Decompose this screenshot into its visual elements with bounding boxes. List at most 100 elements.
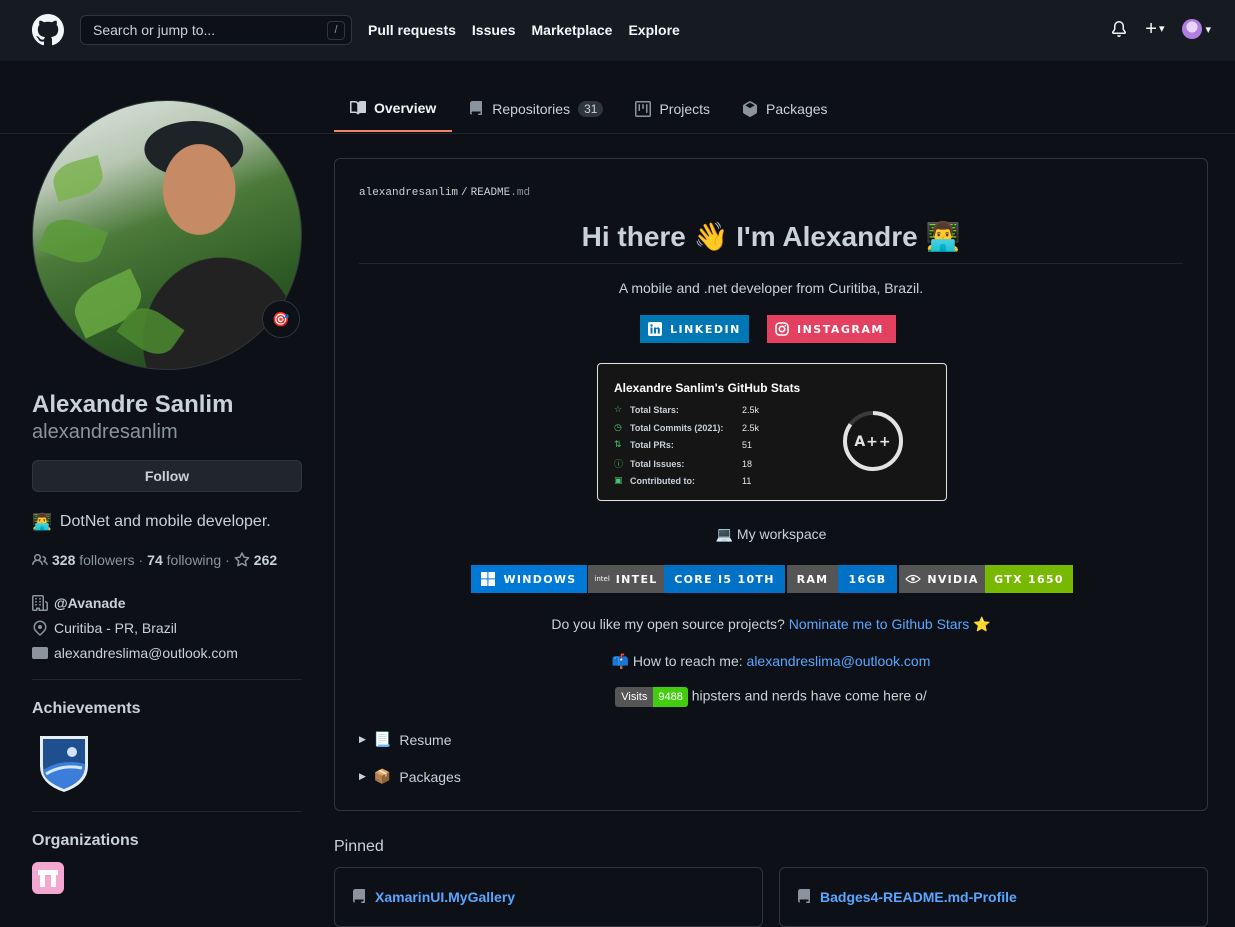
- visits-count: 9488: [653, 687, 688, 707]
- stats-label: Contributed to:: [630, 475, 695, 486]
- avatar: [1182, 19, 1203, 39]
- gpu-badge: GTX 1650: [985, 565, 1073, 593]
- issue-icon: ⓘ: [614, 459, 624, 469]
- workspace-line: 💻 My workspace: [359, 526, 1183, 543]
- path-separator: /: [461, 187, 468, 199]
- nominate-link[interactable]: Nominate me to Github Stars: [789, 616, 970, 632]
- readme-path: alexandresanlim / README.md: [359, 187, 530, 199]
- nav-pull-requests[interactable]: Pull requests: [368, 22, 456, 38]
- stats-row: ☆ Total Stars: 2.5k: [614, 404, 759, 415]
- following-count: 74: [147, 552, 163, 568]
- packages-details[interactable]: ▶ 📦 Packages: [359, 768, 461, 785]
- top-nav: Pull requests Issues Marketplace Explore: [368, 22, 680, 38]
- repo-icon: ▣: [614, 475, 623, 485]
- search-input[interactable]: [93, 22, 313, 38]
- linkedin-badge[interactable]: LINKEDIN: [640, 315, 749, 343]
- history-icon: ◷: [614, 422, 622, 432]
- search-box[interactable]: /: [80, 15, 352, 45]
- nav-explore[interactable]: Explore: [628, 22, 679, 38]
- pinned-repo-link[interactable]: Badges4-README.md-Profile: [820, 889, 1017, 905]
- stars-link[interactable]: 262: [254, 552, 277, 568]
- organization-avatar[interactable]: [32, 862, 64, 894]
- star-icon: [234, 552, 250, 567]
- package-icon: [743, 101, 758, 117]
- location-pin-icon: [33, 619, 47, 636]
- email-link[interactable]: alexandreslima@outlook.com: [54, 645, 238, 661]
- laptop-emoji: 💻: [715, 526, 734, 542]
- grade-ring: A++: [843, 411, 903, 471]
- intel-badge: intel INTEL: [588, 565, 664, 593]
- ram-badge: RAM: [787, 565, 838, 593]
- star-emoji: ⭐: [973, 616, 991, 632]
- pinned-heading: Pinned: [334, 838, 384, 855]
- company-link[interactable]: @Avanade: [54, 595, 126, 611]
- nav-marketplace[interactable]: Marketplace: [532, 22, 613, 38]
- oss-text: Do you like my open source projects?: [551, 616, 785, 632]
- readme-path-user[interactable]: alexandresanlim: [359, 187, 458, 199]
- visits-label: Visits: [615, 687, 654, 707]
- divider: [32, 811, 302, 812]
- search-shortcut-key: /: [327, 21, 345, 40]
- windows-icon: [481, 572, 496, 586]
- email-row: alexandreslima@outlook.com: [32, 640, 302, 665]
- followers-link[interactable]: 328 followers: [52, 552, 135, 568]
- book-icon: [350, 100, 366, 115]
- pinned-repo-card: Badges4-README.md-Profile: [779, 867, 1208, 927]
- tab-packages[interactable]: Packages: [726, 86, 843, 132]
- status-emoji[interactable]: 🎯: [262, 300, 300, 338]
- location-text: Curitiba - PR, Brazil: [54, 619, 177, 636]
- reach-text: How to reach me:: [632, 653, 743, 669]
- github-logo-icon[interactable]: [32, 14, 64, 46]
- tab-projects[interactable]: Projects: [619, 86, 726, 132]
- repo-icon: [353, 889, 365, 903]
- followers-label: followers: [79, 552, 135, 568]
- follow-button[interactable]: Follow: [32, 460, 302, 492]
- readme-path-file: README: [470, 187, 511, 199]
- page-emoji: 📃: [373, 731, 392, 747]
- following-link[interactable]: 74 following: [147, 552, 221, 568]
- company-row: @Avanade: [32, 590, 302, 615]
- reach-email-link[interactable]: alexandreslima@outlook.com: [747, 653, 931, 669]
- nvidia-label: NVIDIA: [927, 572, 979, 586]
- technologist-emoji: 👨‍💻: [32, 514, 52, 531]
- intel-label: INTEL: [615, 572, 658, 586]
- stats-row: ⓘ Total Issues: 18: [614, 457, 752, 470]
- readme-heading: Hi there 👋 I'm Alexandre 👨‍💻: [359, 217, 1183, 264]
- following-label: following: [166, 552, 222, 568]
- star-icon: ☆: [614, 404, 623, 414]
- achievements-heading: Achievements: [32, 700, 141, 717]
- create-new-button[interactable]: + ▾: [1145, 19, 1164, 39]
- bell-icon[interactable]: [1111, 21, 1127, 37]
- stars-count: 262: [253, 552, 278, 568]
- tab-projects-label: Projects: [659, 101, 711, 117]
- profile-avatar[interactable]: [32, 100, 302, 370]
- bio-text: DotNet and mobile developer.: [59, 513, 271, 530]
- disclosure-triangle-icon: ▶: [359, 771, 366, 781]
- reach-line: 📫 How to reach me: alexandreslima@outloo…: [359, 653, 1183, 670]
- instagram-icon: [775, 322, 789, 336]
- stats-label: Total Commits (2021):: [630, 422, 724, 433]
- divider: [32, 679, 302, 680]
- pull-request-icon: ⇅: [614, 439, 622, 449]
- ram-size-badge: 16GB: [838, 565, 897, 593]
- top-header: / Pull requests Issues Marketplace Explo…: [0, 0, 1235, 61]
- stats-label: Total Stars:: [630, 404, 679, 415]
- user-menu-button[interactable]: ▾: [1182, 19, 1211, 39]
- tab-overview[interactable]: Overview: [334, 86, 453, 132]
- intel-logo-icon: intel: [594, 575, 610, 583]
- github-stats-card: Alexandre Sanlim's GitHub Stats ☆ Total S…: [597, 363, 947, 501]
- grade-text: A++: [854, 434, 891, 450]
- resume-details[interactable]: ▶ 📃 Resume: [359, 731, 452, 748]
- tab-repositories[interactable]: Repositories 31: [452, 86, 619, 132]
- nav-issues[interactable]: Issues: [472, 22, 516, 38]
- tab-overview-label: Overview: [374, 100, 437, 116]
- arctic-code-vault-badge-icon[interactable]: [32, 730, 96, 794]
- follow-stats: 328 followers · 74 following · 262: [32, 552, 302, 568]
- avatar-leaf: [49, 155, 107, 202]
- pinned-repo-link[interactable]: XamarinUI.MyGallery: [375, 889, 515, 905]
- organizations-heading: Organizations: [32, 832, 139, 849]
- repo-icon: [470, 101, 483, 115]
- stats-value: 11: [742, 475, 752, 486]
- repo-count-badge: 31: [578, 101, 604, 117]
- instagram-badge[interactable]: INSTAGRAM: [767, 315, 896, 343]
